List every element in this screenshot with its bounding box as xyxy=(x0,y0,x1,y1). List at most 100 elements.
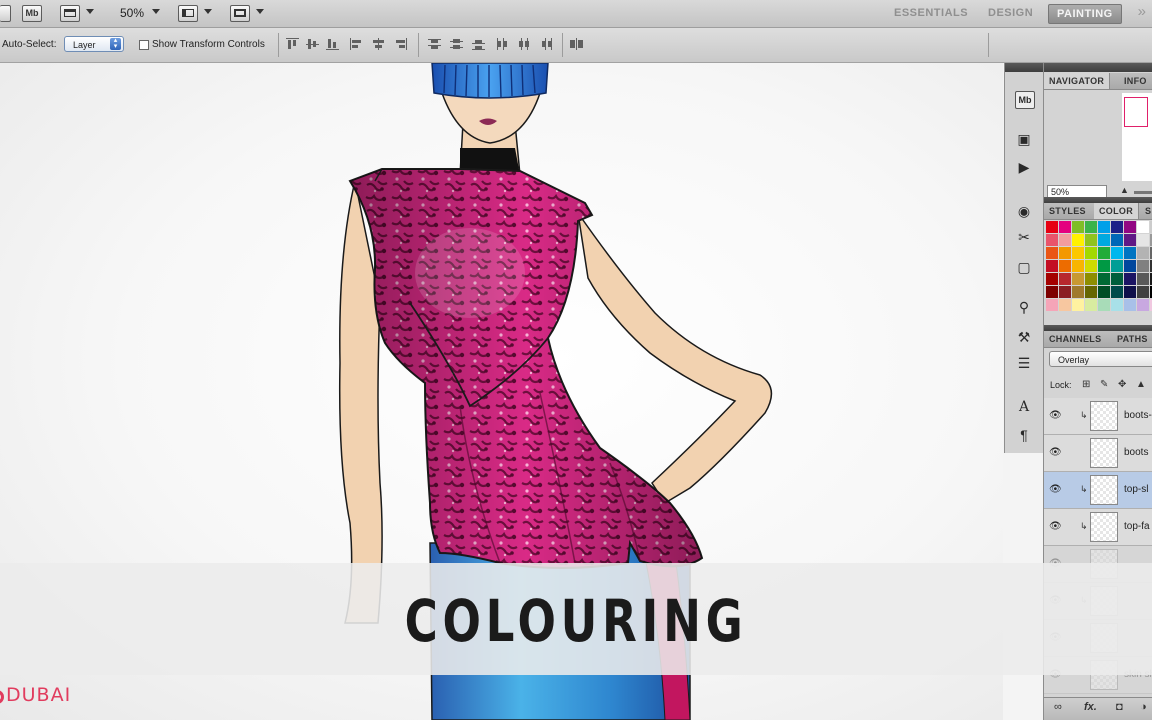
color-swatch[interactable] xyxy=(1124,260,1136,272)
panel-grip[interactable] xyxy=(1044,63,1152,72)
tab-styles[interactable]: STYLES xyxy=(1044,203,1091,219)
mini-bridge-panel-icon[interactable]: Mb xyxy=(1015,91,1035,109)
layer-row[interactable]: 👁 boots xyxy=(1044,435,1152,472)
color-swatch[interactable] xyxy=(1085,260,1097,272)
layer-comps-icon[interactable]: ☰ xyxy=(1015,355,1033,371)
color-swatch[interactable] xyxy=(1059,299,1071,311)
color-swatch[interactable] xyxy=(1046,286,1058,298)
workspace-painting[interactable]: PAINTING xyxy=(1048,4,1122,24)
color-swatch[interactable] xyxy=(1059,247,1071,259)
navigator-zoom-out-icon[interactable]: ▲ xyxy=(1120,185,1129,195)
color-swatch[interactable] xyxy=(1137,221,1149,233)
layer-thumbnail[interactable] xyxy=(1090,475,1118,505)
more-workspaces-icon[interactable]: » xyxy=(1138,3,1146,20)
color-swatch[interactable] xyxy=(1137,247,1149,259)
distribute-vertical-centers-icon[interactable] xyxy=(450,38,463,50)
tab-color[interactable]: COLOR xyxy=(1094,203,1139,219)
color-swatch[interactable] xyxy=(1059,273,1071,285)
view-extras-button[interactable] xyxy=(60,5,80,22)
color-swatch[interactable] xyxy=(1098,273,1110,285)
color-swatch[interactable] xyxy=(1046,234,1058,246)
actions-panel-icon[interactable]: ▶ xyxy=(1015,159,1033,175)
color-swatch[interactable] xyxy=(1124,247,1136,259)
color-swatch[interactable] xyxy=(1111,299,1123,311)
layer-row[interactable]: 👁 ↳ boots- xyxy=(1044,398,1152,435)
color-swatch[interactable] xyxy=(1124,286,1136,298)
screen-mode-chevron-down-icon[interactable] xyxy=(256,9,264,14)
character-panel-icon[interactable]: A xyxy=(1015,399,1033,415)
distribute-bottom-edges-icon[interactable] xyxy=(472,38,485,50)
visibility-eye-icon[interactable]: 👁 xyxy=(1049,521,1062,532)
color-swatch[interactable] xyxy=(1072,286,1084,298)
color-swatch[interactable] xyxy=(1046,299,1058,311)
clone-source-icon[interactable]: ✂ xyxy=(1015,229,1033,245)
lock-transparent-icon[interactable]: ⊞ xyxy=(1082,379,1093,390)
view-extras-chevron-down-icon[interactable] xyxy=(86,9,94,14)
image-panel-icon[interactable]: ▣ xyxy=(1015,131,1033,147)
color-swatch[interactable] xyxy=(1111,234,1123,246)
blend-mode-dropdown[interactable]: Overlay xyxy=(1049,351,1152,367)
color-swatch[interactable] xyxy=(1059,221,1071,233)
color-swatch[interactable] xyxy=(1111,247,1123,259)
tab-swatches[interactable]: S xyxy=(1140,203,1152,219)
tool-presets-icon[interactable]: ⚒ xyxy=(1015,329,1033,345)
color-swatch[interactable] xyxy=(1124,221,1136,233)
layer-thumbnail[interactable] xyxy=(1090,438,1118,468)
color-swatch[interactable] xyxy=(1098,247,1110,259)
color-swatch[interactable] xyxy=(1059,234,1071,246)
arrange-documents-button[interactable] xyxy=(178,5,198,22)
color-swatch[interactable] xyxy=(1137,299,1149,311)
zoom-chevron-down-icon[interactable] xyxy=(152,9,160,14)
layer-style-icon[interactable]: fx. xyxy=(1084,701,1097,713)
align-right-edges-icon[interactable] xyxy=(394,38,407,50)
layer-name[interactable]: boots- xyxy=(1124,410,1152,421)
mini-bridge-button[interactable]: Mb xyxy=(22,5,42,22)
color-swatch[interactable] xyxy=(1124,273,1136,285)
color-swatch[interactable] xyxy=(1072,299,1084,311)
layer-thumbnail[interactable] xyxy=(1090,512,1118,542)
color-swatch[interactable] xyxy=(1098,221,1110,233)
adjustment-layer-icon[interactable]: ◑ xyxy=(1140,701,1147,713)
align-top-edges-icon[interactable] xyxy=(286,38,299,50)
show-transform-controls-checkbox[interactable] xyxy=(139,40,149,50)
color-swatch[interactable] xyxy=(1046,260,1058,272)
lock-position-icon[interactable]: ✥ xyxy=(1118,379,1129,390)
color-swatch[interactable] xyxy=(1059,260,1071,272)
lock-all-icon[interactable]: ▲ xyxy=(1136,379,1147,390)
color-swatch[interactable] xyxy=(1085,273,1097,285)
color-swatch[interactable] xyxy=(1137,260,1149,272)
color-swatch[interactable] xyxy=(1085,299,1097,311)
align-bottom-edges-icon[interactable] xyxy=(326,38,339,50)
brush-presets-icon[interactable]: ◉ xyxy=(1015,203,1033,219)
brush-icon[interactable]: ⚲ xyxy=(1015,299,1033,315)
layer-name[interactable]: top-fa xyxy=(1124,521,1150,532)
link-layers-icon[interactable]: ∞ xyxy=(1054,701,1062,713)
lock-image-icon[interactable]: ✎ xyxy=(1100,379,1111,390)
color-swatch[interactable] xyxy=(1085,286,1097,298)
navigator-zoom-slider[interactable] xyxy=(1134,191,1152,194)
color-swatch[interactable] xyxy=(1072,260,1084,272)
color-swatch[interactable] xyxy=(1124,299,1136,311)
visibility-eye-icon[interactable]: 👁 xyxy=(1049,410,1062,421)
align-vertical-centers-icon[interactable] xyxy=(306,38,319,50)
navigator-preview[interactable] xyxy=(1122,93,1152,181)
color-swatch[interactable] xyxy=(1124,234,1136,246)
tool-strip-grip[interactable] xyxy=(1005,63,1043,72)
tab-paths[interactable]: PATHS xyxy=(1112,331,1152,347)
workspace-design[interactable]: DESIGN xyxy=(980,4,1041,22)
layer-row[interactable]: 👁 ↳ top-sl xyxy=(1044,472,1152,509)
tab-info[interactable]: INFO xyxy=(1119,73,1152,89)
auto-select-dropdown[interactable]: Layer ▴ ▾ xyxy=(64,36,124,52)
layer-name[interactable]: boots xyxy=(1124,447,1148,458)
layer-name[interactable]: top-sl xyxy=(1124,484,1148,495)
layer-thumbnail[interactable] xyxy=(1090,401,1118,431)
navigator-view-box[interactable] xyxy=(1124,97,1148,127)
color-swatch[interactable] xyxy=(1111,221,1123,233)
visibility-eye-icon[interactable]: 👁 xyxy=(1049,484,1062,495)
color-swatch[interactable] xyxy=(1098,286,1110,298)
bridge-ps-button[interactable] xyxy=(0,5,11,22)
color-swatch[interactable] xyxy=(1111,260,1123,272)
auto-align-layers-icon[interactable] xyxy=(570,38,583,50)
align-left-edges-icon[interactable] xyxy=(350,38,363,50)
color-swatch[interactable] xyxy=(1085,221,1097,233)
